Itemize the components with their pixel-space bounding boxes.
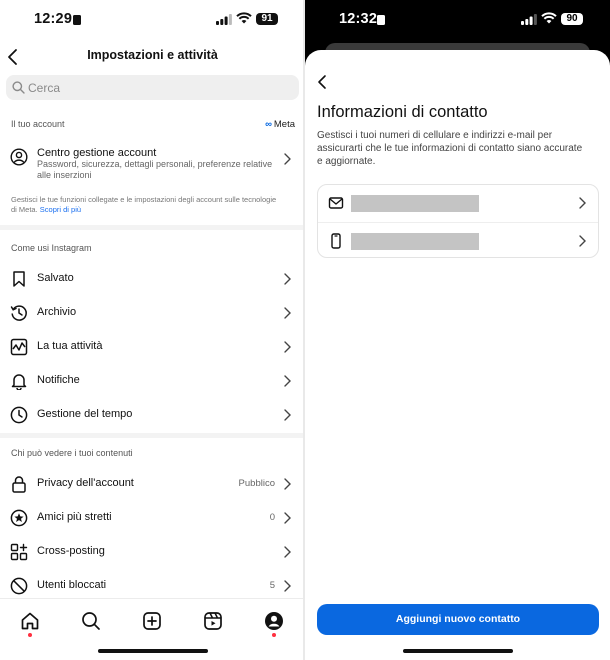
settings-row-label: Archivio (37, 306, 77, 318)
meta-infinity-icon: ∞ (265, 119, 272, 130)
settings-row-label: Salvato (37, 272, 74, 284)
chevron-right-icon (284, 546, 291, 558)
redacted-email-value (351, 195, 479, 212)
account-center-subtitle: Password, sicurezza, dettagli personali,… (37, 159, 273, 180)
profile-icon (265, 612, 283, 630)
home-icon (21, 612, 39, 630)
settings-row-label: Amici più stretti (37, 511, 112, 523)
contact-badge-icon (73, 15, 81, 25)
contact-list (317, 184, 599, 258)
settings-row-activity[interactable]: La tua attività (0, 330, 303, 364)
chevron-right-icon (284, 478, 291, 490)
tab-create[interactable] (142, 611, 162, 631)
battery-indicator: 91 (256, 13, 278, 25)
notification-dot (272, 633, 276, 637)
chevron-right-icon (284, 341, 291, 353)
search-input[interactable]: Cerca (6, 75, 299, 100)
settings-row-notifications[interactable]: Notifiche (0, 364, 303, 398)
contact-row-email[interactable] (318, 185, 598, 221)
section-divider (0, 225, 305, 230)
settings-row-value: 0 (269, 512, 275, 523)
settings-row-label: La tua attività (37, 340, 103, 352)
chevron-right-icon (284, 153, 291, 165)
settings-row-label: Utenti bloccati (37, 579, 107, 591)
signal-icon (216, 14, 232, 25)
bell-icon (11, 374, 27, 390)
star-circle-icon (10, 509, 28, 527)
chevron-right-icon (579, 197, 586, 209)
search-icon (12, 81, 25, 94)
tab-profile[interactable] (264, 611, 284, 637)
wifi-icon (541, 12, 557, 24)
section-heading-visibility: Chi può vedere i tuoi contenuti (11, 448, 133, 458)
settings-screen: 12:29 91 Impostazioni e attività Cerca I… (0, 0, 305, 660)
status-time: 12:29 (34, 11, 73, 27)
page-description: Gestisci i tuoi numeri di cellulare e in… (317, 130, 583, 167)
clock-icon (10, 406, 28, 424)
account-note: Gestisci le tue funzioni collegate e le … (11, 195, 277, 214)
settings-row-time-management[interactable]: Gestione del tempo (0, 398, 303, 432)
create-icon (143, 612, 161, 630)
contact-row-phone[interactable] (318, 222, 598, 258)
tab-reels[interactable] (203, 611, 223, 631)
status-bar: 12:32 90 (305, 0, 610, 40)
account-center-title: Centro gestione account (37, 147, 157, 159)
page-title: Impostazioni e attività (87, 48, 218, 62)
settings-row-saved[interactable]: Salvato (0, 262, 303, 296)
add-contact-button[interactable]: Aggiungi nuovo contatto (317, 604, 599, 635)
settings-row-label: Cross-posting (37, 545, 105, 557)
meta-logo: ∞ Meta (265, 119, 295, 130)
chevron-right-icon (284, 375, 291, 387)
chevron-left-icon[interactable] (315, 73, 331, 91)
chevron-right-icon (284, 273, 291, 285)
contact-info-sheet: Informazioni di contatto Gestisci i tuoi… (305, 50, 610, 660)
chevron-right-icon (284, 409, 291, 421)
search-icon (82, 612, 100, 630)
settings-row-value: 5 (269, 580, 275, 591)
settings-row-archive[interactable]: Archivio (0, 296, 303, 330)
lock-icon (12, 476, 26, 493)
page-title: Informazioni di contatto (317, 103, 488, 121)
mail-icon (328, 197, 344, 209)
notification-dot (28, 633, 32, 637)
reels-icon (204, 612, 222, 630)
redacted-phone-value (351, 233, 479, 250)
settings-row-close-friends[interactable]: Amici più stretti 0 (0, 501, 303, 535)
settings-row-label: Gestione del tempo (37, 408, 133, 420)
activity-chart-icon (10, 338, 28, 356)
grid-plus-icon (10, 543, 28, 561)
chevron-right-icon (284, 307, 291, 319)
status-bar: 12:29 91 (0, 0, 305, 40)
chevron-right-icon (284, 580, 291, 592)
contact-badge-icon (377, 15, 385, 25)
battery-indicator: 90 (561, 13, 583, 25)
settings-row-label: Notifiche (37, 374, 80, 386)
signal-icon (521, 14, 537, 25)
contact-info-screen: 12:32 90 Informazioni di contatto Gestis… (305, 0, 610, 660)
home-indicator (98, 649, 208, 653)
section-heading-usage: Come usi Instagram (11, 243, 92, 253)
settings-row-label: Privacy dell'account (37, 477, 134, 489)
wifi-icon (236, 12, 252, 24)
tab-search[interactable] (81, 611, 101, 631)
settings-row-value: Pubblico (238, 478, 275, 489)
home-indicator (403, 649, 513, 653)
user-circle-icon (10, 148, 28, 166)
archive-history-icon (10, 305, 27, 321)
tab-home[interactable] (20, 611, 40, 637)
settings-row-cross-posting[interactable]: Cross-posting (0, 535, 303, 569)
settings-row-account-privacy[interactable]: Privacy dell'account Pubblico (0, 467, 303, 501)
learn-more-link[interactable]: Scopri di più (40, 205, 81, 214)
bookmark-icon (13, 271, 25, 287)
search-placeholder: Cerca (28, 81, 61, 95)
section-heading-account: Il tuo account (11, 119, 65, 129)
status-time: 12:32 (339, 11, 378, 27)
phone-icon (331, 233, 341, 249)
chevron-right-icon (579, 235, 586, 247)
chevron-right-icon (284, 512, 291, 524)
block-icon (10, 577, 28, 595)
section-divider (0, 433, 305, 438)
